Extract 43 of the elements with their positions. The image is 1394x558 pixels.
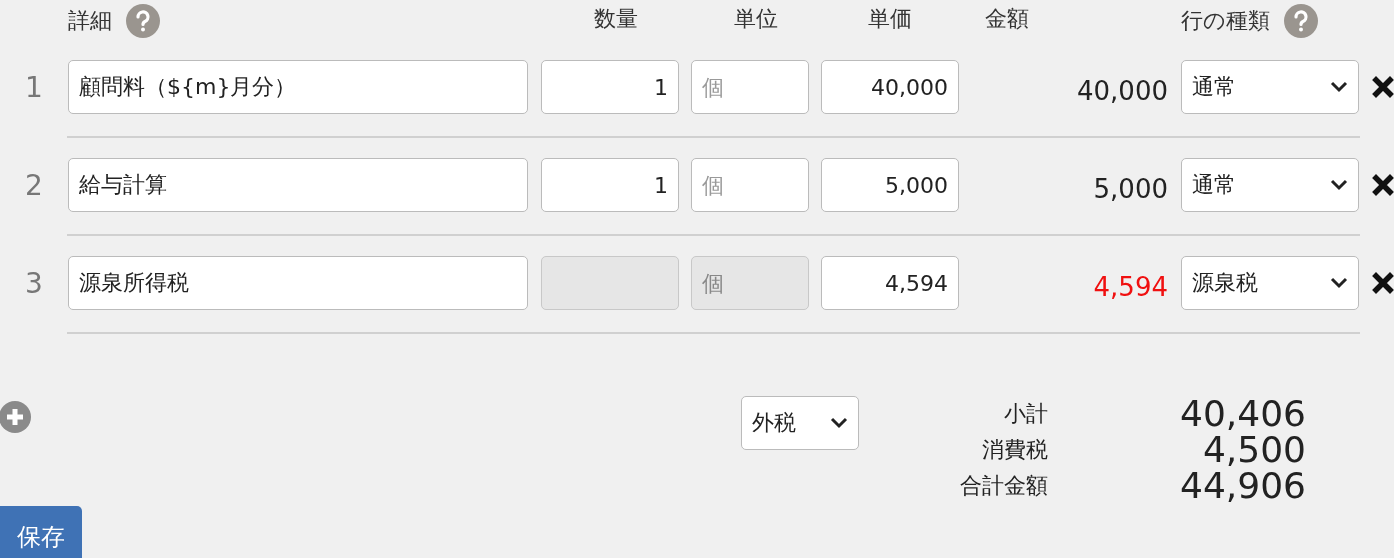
caret-icon: [1330, 179, 1348, 191]
quantity-field[interactable]: 1: [541, 158, 679, 212]
detail-field[interactable]: 源泉所得税: [68, 256, 528, 310]
help-icon[interactable]: [1284, 4, 1318, 38]
save-button[interactable]: 保存: [0, 506, 82, 558]
column-header: 単価: [868, 5, 912, 33]
amount: 4,594: [1093, 272, 1168, 302]
unit-field[interactable]: 個: [691, 158, 809, 212]
column-header: 詳細: [68, 7, 112, 35]
total-value: 44,906: [1180, 468, 1306, 504]
quantity-field[interactable]: 1: [541, 60, 679, 114]
total-value: 4,500: [1202, 432, 1306, 468]
price-field[interactable]: 40,000: [821, 60, 959, 114]
row-type-select[interactable]: 通常: [1181, 158, 1359, 212]
column-header: 金額: [985, 5, 1029, 33]
tax-mode-select[interactable]: 外税: [741, 396, 859, 450]
column-header: 行の種類: [1181, 7, 1270, 35]
amount: 5,000: [1093, 174, 1168, 204]
row-number: 3: [25, 266, 43, 300]
column-header: 単位: [734, 5, 778, 33]
detail-field[interactable]: 給与計算: [68, 158, 528, 212]
delete-icon[interactable]: [1372, 75, 1394, 99]
row-number: 2: [25, 168, 43, 202]
column-header: 数量: [594, 5, 638, 33]
caret-icon: [1330, 277, 1348, 289]
caret-icon: [1330, 81, 1348, 93]
caret-icon: [830, 417, 848, 429]
detail-field[interactable]: 顧問料（${m}月分）: [68, 60, 528, 114]
delete-icon[interactable]: [1372, 271, 1394, 295]
add-row-icon[interactable]: [0, 401, 31, 433]
row-type-select[interactable]: 通常: [1181, 60, 1359, 114]
row-type-select[interactable]: 源泉税: [1181, 256, 1359, 310]
price-field[interactable]: 4,594: [821, 256, 959, 310]
help-icon[interactable]: [126, 4, 160, 38]
total-label: 合計金額: [960, 472, 1048, 500]
total-label: 消費税: [982, 436, 1048, 464]
amount: 40,000: [1077, 76, 1168, 106]
total-label: 小計: [1004, 400, 1048, 428]
row-number: 1: [25, 70, 43, 104]
price-field[interactable]: 5,000: [821, 158, 959, 212]
delete-icon[interactable]: [1372, 173, 1394, 197]
total-value: 40,406: [1180, 396, 1306, 432]
unit-field[interactable]: 個: [691, 60, 809, 114]
